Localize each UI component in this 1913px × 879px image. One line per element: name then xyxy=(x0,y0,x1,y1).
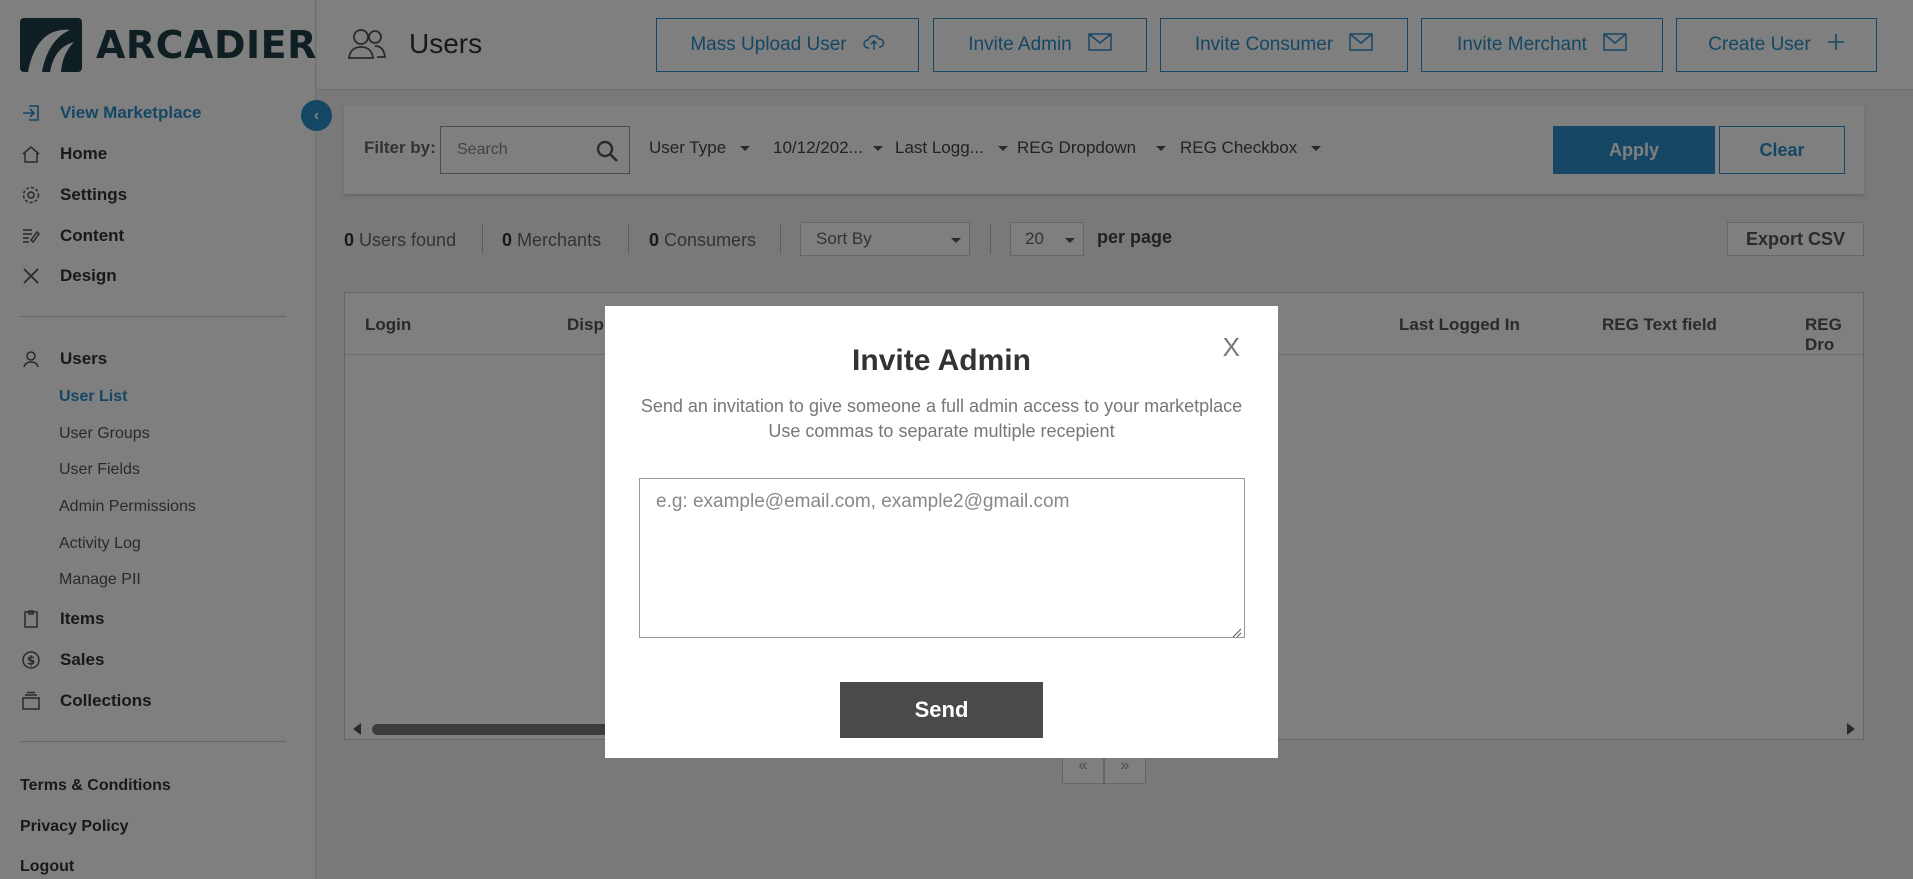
invite-admin-modal: X Invite Admin Send an invitation to giv… xyxy=(605,306,1278,758)
modal-description-line: Send an invitation to give someone a ful… xyxy=(640,396,1243,416)
modal-description-line: Use commas to separate multiple recepien… xyxy=(768,421,1115,441)
email-recipients-textarea[interactable]: e.g: example@email.com, example2@gmail.c… xyxy=(639,478,1245,638)
textarea-placeholder: e.g: example@email.com, example2@gmail.c… xyxy=(656,491,1070,512)
modal-title: Invite Admin xyxy=(852,344,1031,377)
send-button[interactable]: Send xyxy=(840,682,1043,738)
resize-handle-icon[interactable] xyxy=(1232,625,1242,638)
modal-description: Send an invitation to give someone a ful… xyxy=(605,394,1278,444)
